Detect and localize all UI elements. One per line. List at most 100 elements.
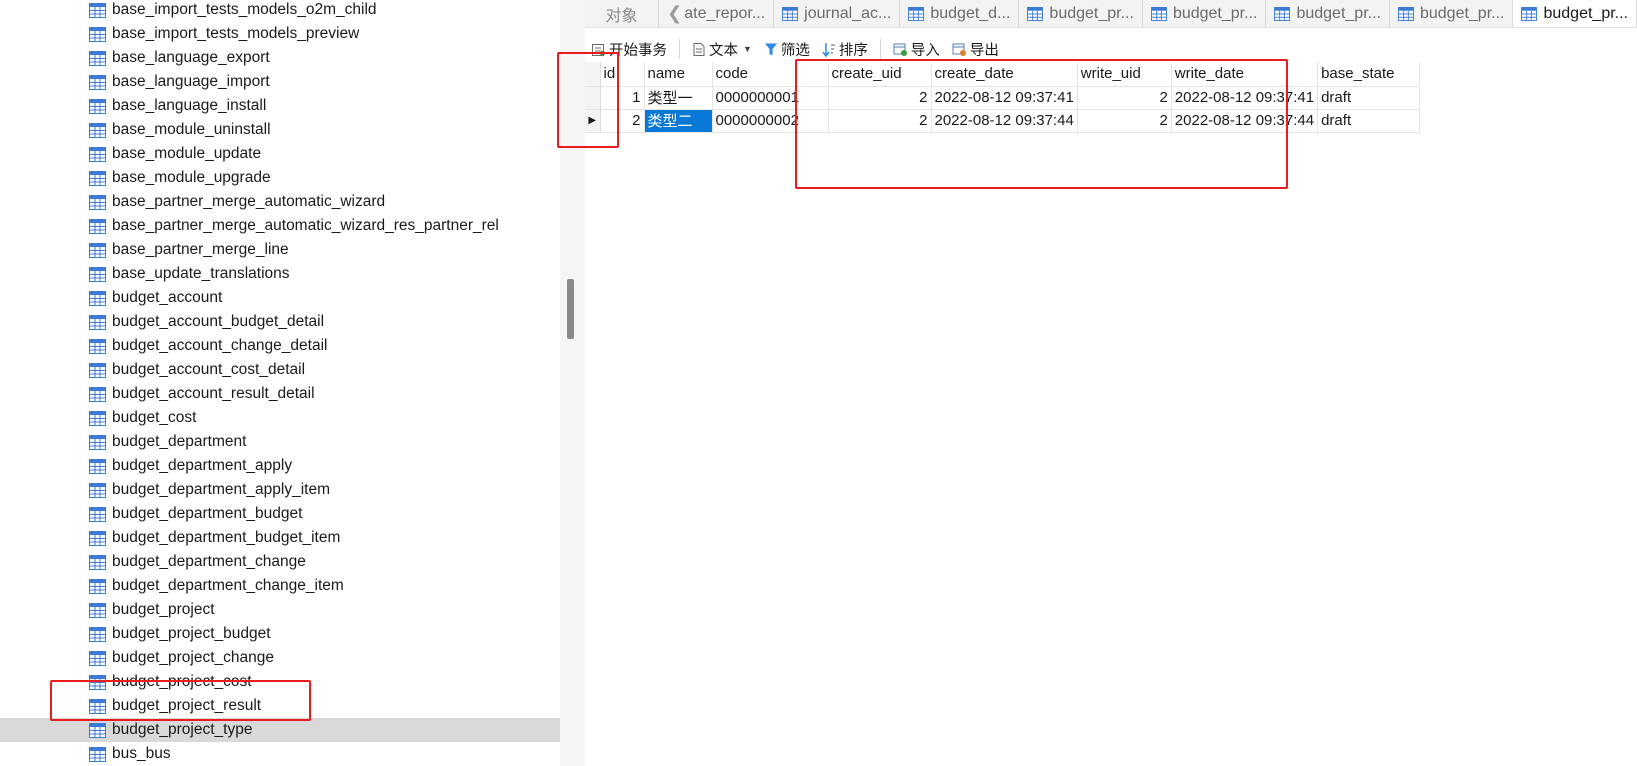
tree-item-label: budget_department_budget_item bbox=[112, 529, 341, 546]
tree-item[interactable]: budget_account_change_detail bbox=[0, 334, 560, 358]
tab-table[interactable]: budget_pr... bbox=[1513, 0, 1637, 27]
tree-item[interactable]: budget_account_result_detail bbox=[0, 382, 560, 406]
grid-body: 1 类型一 0000000001 2 2022-08-12 09:37:41 2 2022-… bbox=[585, 86, 1421, 133]
cell-write-date[interactable]: 2022-08-12 09:37:41 bbox=[1171, 86, 1319, 110]
cell-id[interactable]: 1 bbox=[600, 86, 645, 110]
tab-table[interactable]: journal_ac... bbox=[774, 0, 901, 27]
tree-item[interactable]: budget_project_change bbox=[0, 646, 560, 670]
tab-table[interactable]: budget_pr... bbox=[1019, 0, 1143, 27]
tree-item[interactable]: budget_project_type bbox=[0, 718, 560, 742]
cell-write-date[interactable]: 2022-08-12 09:37:44 bbox=[1171, 109, 1319, 133]
row-header-corner bbox=[585, 62, 601, 87]
tab-objects[interactable]: 对象 bbox=[585, 0, 660, 27]
filter-button[interactable]: 筛选 bbox=[758, 37, 816, 61]
tree-item-label: budget_account_change_detail bbox=[112, 337, 328, 354]
row-indicator[interactable]: ▶ bbox=[585, 109, 601, 133]
column-header[interactable]: code bbox=[712, 62, 829, 87]
tab-table[interactable]: budget_d... bbox=[900, 0, 1020, 27]
tree-item[interactable]: budget_department_budget bbox=[0, 502, 560, 526]
tab-table[interactable]: budget_pr... bbox=[1143, 0, 1267, 27]
tree-item[interactable]: base_import_tests_models_o2m_child bbox=[0, 0, 560, 22]
cell-code[interactable]: 0000000002 bbox=[712, 109, 829, 133]
column-header[interactable]: base_state bbox=[1317, 62, 1421, 87]
table-row[interactable]: 1 类型一 0000000001 2 2022-08-12 09:37:41 2 2022-… bbox=[585, 86, 1421, 110]
table-icon bbox=[89, 746, 106, 762]
tab-label: budget_pr... bbox=[1419, 4, 1505, 22]
tree-item[interactable]: budget_department_change_item bbox=[0, 574, 560, 598]
tree-item[interactable]: base_module_uninstall bbox=[0, 118, 560, 142]
tree-item[interactable]: budget_project_result bbox=[0, 694, 560, 718]
tree-item[interactable]: budget_department bbox=[0, 430, 560, 454]
chevron-left-icon[interactable]: ❮ bbox=[667, 3, 682, 24]
tree-item[interactable]: bus_bus bbox=[0, 742, 560, 766]
tree-item[interactable]: base_language_install bbox=[0, 94, 560, 118]
current-row-arrow-icon: ▶ bbox=[588, 115, 597, 126]
cell-create-uid[interactable]: 2 bbox=[828, 86, 932, 110]
table-icon bbox=[1398, 6, 1414, 21]
tree-item[interactable]: base_import_tests_models_preview bbox=[0, 22, 560, 46]
begin-transaction-button[interactable]: 开始事务 bbox=[585, 37, 673, 61]
table-row[interactable]: ▶ 2 类型二 0000000002 2 2022-08-12 09:37:44 2 2022… bbox=[585, 109, 1421, 133]
tree-item[interactable]: budget_department_change bbox=[0, 550, 560, 574]
tree-item[interactable]: base_partner_merge_automatic_wizard_res_… bbox=[0, 214, 560, 238]
tree-item[interactable]: budget_project bbox=[0, 598, 560, 622]
cell-create-uid[interactable]: 2 bbox=[828, 109, 932, 133]
tab-list: ❮ ate_repor... journal_ac... budget_d... bud… bbox=[659, 0, 1637, 27]
cell-write-uid[interactable]: 2 bbox=[1077, 86, 1172, 110]
column-header[interactable]: write_date bbox=[1171, 62, 1319, 87]
cell-id[interactable]: 2 bbox=[600, 109, 645, 133]
tree-item[interactable]: base_partner_merge_automatic_wizard bbox=[0, 190, 560, 214]
tree-scrollbar-thumb[interactable] bbox=[567, 279, 574, 339]
tree-item[interactable]: budget_cost bbox=[0, 406, 560, 430]
table-icon bbox=[89, 722, 106, 738]
tree-item[interactable]: budget_account bbox=[0, 286, 560, 310]
column-header[interactable]: id bbox=[600, 62, 645, 87]
tree-item[interactable]: budget_department_apply_item bbox=[0, 478, 560, 502]
cell-create-date[interactable]: 2022-08-12 09:37:44 bbox=[931, 109, 1078, 133]
tree-item-label: base_language_install bbox=[112, 97, 267, 114]
cell-base-state[interactable]: draft bbox=[1317, 109, 1421, 133]
tree-item[interactable]: base_language_export bbox=[0, 46, 560, 70]
row-indicator[interactable] bbox=[585, 86, 601, 110]
tab-table[interactable]: budget_pr... bbox=[1266, 0, 1390, 27]
export-button[interactable]: 导出 bbox=[946, 37, 1005, 61]
column-header[interactable]: create_date bbox=[931, 62, 1078, 87]
tree-item[interactable]: base_language_import bbox=[0, 70, 560, 94]
sort-button[interactable]: 排序 bbox=[816, 37, 874, 61]
tree-item-label: base_partner_merge_line bbox=[112, 241, 289, 258]
tree-item[interactable]: base_update_translations bbox=[0, 262, 560, 286]
tree-scrollbar[interactable] bbox=[560, 0, 585, 766]
tree-item[interactable]: base_module_upgrade bbox=[0, 166, 560, 190]
transaction-icon bbox=[592, 43, 605, 56]
tree-item[interactable]: budget_project_cost bbox=[0, 670, 560, 694]
data-toolbar: 开始事务 文本 ▼ 筛选 排序 导入 导出 bbox=[585, 36, 1637, 62]
tree-item[interactable]: base_module_update bbox=[0, 142, 560, 166]
cell-create-date[interactable]: 2022-08-12 09:37:41 bbox=[931, 86, 1078, 110]
column-header[interactable]: write_uid bbox=[1077, 62, 1172, 87]
cell-base-state[interactable]: draft bbox=[1317, 86, 1421, 110]
tree-item-label: budget_project_cost bbox=[112, 673, 252, 690]
tree-item[interactable]: budget_account_cost_detail bbox=[0, 358, 560, 382]
tree-item[interactable]: budget_department_apply bbox=[0, 454, 560, 478]
cell-code[interactable]: 0000000001 bbox=[712, 86, 829, 110]
text-view-button[interactable]: 文本 ▼ bbox=[686, 37, 758, 61]
column-header[interactable]: create_uid bbox=[828, 62, 932, 87]
table-icon bbox=[89, 26, 106, 42]
tab-label: ate_repor... bbox=[684, 4, 766, 22]
tree-item-label: base_module_upgrade bbox=[112, 169, 271, 186]
table-icon bbox=[89, 386, 106, 402]
export-label: 导出 bbox=[969, 42, 999, 59]
cell-name[interactable]: 类型一 bbox=[644, 86, 713, 110]
tab-table[interactable]: ❮ ate_repor... bbox=[659, 0, 775, 27]
cell-name[interactable]: 类型二 bbox=[644, 109, 713, 133]
tree-item[interactable]: budget_department_budget_item bbox=[0, 526, 560, 550]
tree-item[interactable]: budget_account_budget_detail bbox=[0, 310, 560, 334]
column-header[interactable]: name bbox=[644, 62, 713, 87]
tree-item[interactable]: base_partner_merge_line bbox=[0, 238, 560, 262]
toolbar-divider bbox=[879, 39, 881, 59]
tab-table[interactable]: budget_pr... bbox=[1390, 0, 1514, 27]
import-button[interactable]: 导入 bbox=[887, 37, 946, 61]
filter-icon bbox=[764, 43, 777, 55]
tree-item[interactable]: budget_project_budget bbox=[0, 622, 560, 646]
cell-write-uid[interactable]: 2 bbox=[1077, 109, 1172, 133]
